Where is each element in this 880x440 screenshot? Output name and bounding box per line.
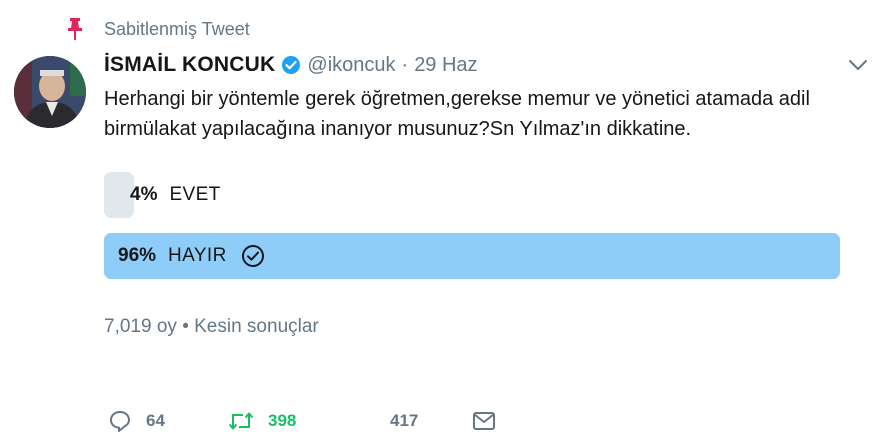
chevron-down-icon[interactable] — [846, 56, 870, 74]
reply-button[interactable]: 64 — [108, 406, 165, 436]
pin-icon — [68, 18, 82, 40]
retweet-button[interactable]: 398 — [228, 406, 296, 436]
poll-percent: 96% — [118, 245, 157, 266]
header-separator: · — [401, 53, 409, 76]
tweet-text: Herhangi bir yöntemle gerek öğretmen,ger… — [104, 88, 810, 140]
tweet-actions: 64 398 417 — [104, 406, 704, 436]
pinned-indicator: Sabitlenmiş Tweet — [68, 16, 250, 42]
message-button[interactable] — [472, 406, 496, 436]
poll-option-evet: 4% EVET — [104, 172, 840, 218]
mail-icon — [472, 410, 496, 432]
author-handle[interactable]: @ikoncuk — [307, 54, 395, 77]
poll-votes: 7,019 oy — [104, 316, 177, 337]
tweet-header: İSMAİL KONCUK @ikoncuk · 29 Haz — [104, 50, 478, 80]
poll-meta-dot: • — [182, 316, 189, 337]
like-button[interactable]: 417 — [390, 406, 418, 436]
author-name[interactable]: İSMAİL KONCUK — [104, 53, 275, 77]
verified-badge-icon — [281, 55, 301, 75]
retweet-icon — [228, 409, 254, 433]
avatar[interactable] — [14, 56, 86, 128]
retweet-count: 398 — [268, 411, 297, 430]
like-count: 417 — [390, 411, 419, 430]
reply-icon — [108, 409, 132, 433]
tweet-date[interactable]: 29 Haz — [414, 54, 477, 77]
poll-meta: 7,019 oy • Kesin sonuçlar — [104, 316, 319, 338]
poll-percent: 4% — [130, 184, 158, 205]
poll-option-hayir: 96% HAYIR — [104, 233, 840, 279]
poll-label: EVET — [169, 184, 221, 205]
check-circle-icon — [241, 244, 265, 268]
pinned-label: Sabitlenmiş Tweet — [104, 19, 250, 39]
reply-count: 64 — [146, 411, 165, 430]
poll-label: HAYIR — [168, 245, 227, 266]
poll-status: Kesin sonuçlar — [194, 316, 319, 337]
